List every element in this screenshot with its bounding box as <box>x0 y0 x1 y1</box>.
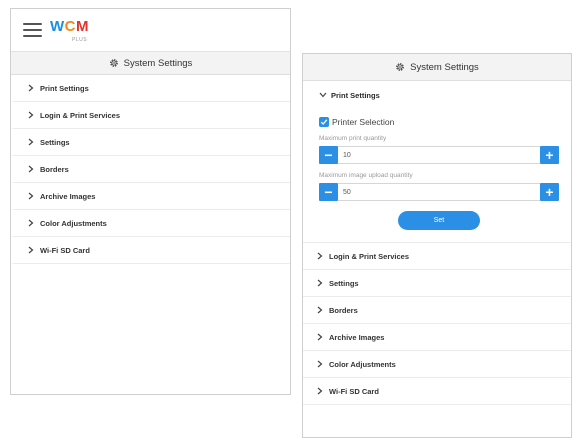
settings-item-label: Wi-Fi SD Card <box>40 245 90 255</box>
page-title-bar: System Settings <box>11 51 290 75</box>
settings-item-color-adjustments[interactable]: Color Adjustments <box>303 351 571 378</box>
settings-item-wifi-sd-card[interactable]: Wi-Fi SD Card <box>11 237 290 264</box>
checkmark-icon <box>320 119 328 125</box>
minus-icon: − <box>324 184 333 200</box>
increment-upload-button[interactable]: + <box>540 183 559 201</box>
set-button-wrap: Set <box>319 211 559 230</box>
decrement-upload-button[interactable]: − <box>319 183 338 201</box>
settings-item-label: Login & Print Services <box>329 251 410 261</box>
chevron-right-icon <box>28 111 40 119</box>
chevron-right-icon <box>317 279 329 287</box>
print-settings-header[interactable]: Print Settings <box>319 81 559 109</box>
max-upload-quantity-stepper: − 50 + <box>319 183 559 201</box>
settings-item-color-adjustments[interactable]: Color Adjustments <box>11 210 290 237</box>
settings-item-label: Borders <box>40 164 69 174</box>
app-logo: WCM PLUS <box>50 16 94 44</box>
settings-item-label: Wi-Fi SD Card <box>329 386 379 396</box>
settings-item-label: Login & Print Services <box>40 110 121 120</box>
logo-letter-m: M <box>76 18 90 35</box>
chevron-right-icon <box>317 306 329 314</box>
chevron-right-icon <box>317 333 329 341</box>
chevron-right-icon <box>28 165 40 173</box>
printer-selection-checkbox[interactable] <box>319 117 329 127</box>
chevron-right-icon <box>28 219 40 227</box>
settings-item-label: Archive Images <box>40 191 96 201</box>
chevron-right-icon <box>28 192 40 200</box>
settings-item-settings[interactable]: Settings <box>11 129 290 156</box>
logo-letter-w: W <box>50 18 65 35</box>
chevron-right-icon <box>317 360 329 368</box>
settings-list: Print Settings Login & Print Services Se… <box>11 75 290 264</box>
max-print-quantity-stepper: − 10 + <box>319 146 559 164</box>
settings-item-print-settings[interactable]: Print Settings <box>11 75 290 102</box>
settings-item-login-print-services[interactable]: Login & Print Services <box>303 243 571 270</box>
settings-item-wifi-sd-card[interactable]: Wi-Fi SD Card <box>303 378 571 405</box>
decrement-print-button[interactable]: − <box>319 146 338 164</box>
gear-icon <box>109 59 118 67</box>
right-settings-panel: System Settings Print Settings Printer S… <box>302 53 572 438</box>
settings-item-label: Color Adjustments <box>329 359 396 369</box>
settings-item-archive-images[interactable]: Archive Images <box>11 183 290 210</box>
increment-print-button[interactable]: + <box>540 146 559 164</box>
settings-item-label: Print Settings <box>40 83 89 93</box>
chevron-right-icon <box>28 84 40 92</box>
plus-icon: + <box>545 147 554 163</box>
page-title: System Settings <box>123 57 193 69</box>
settings-item-label: Archive Images <box>329 332 385 342</box>
settings-item-label: Borders <box>329 305 358 315</box>
print-settings-section: Print Settings Printer Selection Maximum… <box>303 81 571 243</box>
logo-subtext: PLUS <box>72 37 88 43</box>
settings-item-label: Settings <box>329 278 359 288</box>
printer-selection-row: Printer Selection <box>319 117 559 127</box>
settings-item-borders[interactable]: Borders <box>303 297 571 324</box>
max-print-quantity-input[interactable]: 10 <box>338 146 540 164</box>
settings-item-archive-images[interactable]: Archive Images <box>303 324 571 351</box>
chevron-right-icon <box>317 252 329 260</box>
logo-letter-c: C <box>64 18 77 35</box>
page-title: System Settings <box>410 61 479 73</box>
page-title-bar: System Settings <box>303 54 571 81</box>
chevron-right-icon <box>317 387 329 395</box>
hamburger-icon[interactable] <box>23 23 42 37</box>
chevron-down-icon <box>319 92 331 98</box>
minus-icon: − <box>324 147 333 163</box>
settings-list: Login & Print Services Settings Borders … <box>303 243 571 405</box>
max-upload-quantity-input[interactable]: 50 <box>338 183 540 201</box>
app-header: WCM PLUS <box>11 9 290 51</box>
settings-item-login-print-services[interactable]: Login & Print Services <box>11 102 290 129</box>
printer-selection-label: Printer Selection <box>332 117 395 127</box>
max-print-quantity-label: Maximum print quantity <box>319 135 387 142</box>
settings-item-label: Color Adjustments <box>40 218 107 228</box>
print-settings-label: Print Settings <box>331 90 380 100</box>
plus-icon: + <box>545 184 554 200</box>
settings-item-settings[interactable]: Settings <box>303 270 571 297</box>
gear-icon <box>396 63 404 71</box>
settings-item-borders[interactable]: Borders <box>11 156 290 183</box>
set-button[interactable]: Set <box>398 211 480 230</box>
chevron-right-icon <box>28 246 40 254</box>
left-settings-panel: WCM PLUS System Settings Print Settings … <box>10 8 291 395</box>
chevron-right-icon <box>28 138 40 146</box>
max-upload-quantity-label: Maximum image upload quantity <box>319 172 413 179</box>
settings-item-label: Settings <box>40 137 70 147</box>
